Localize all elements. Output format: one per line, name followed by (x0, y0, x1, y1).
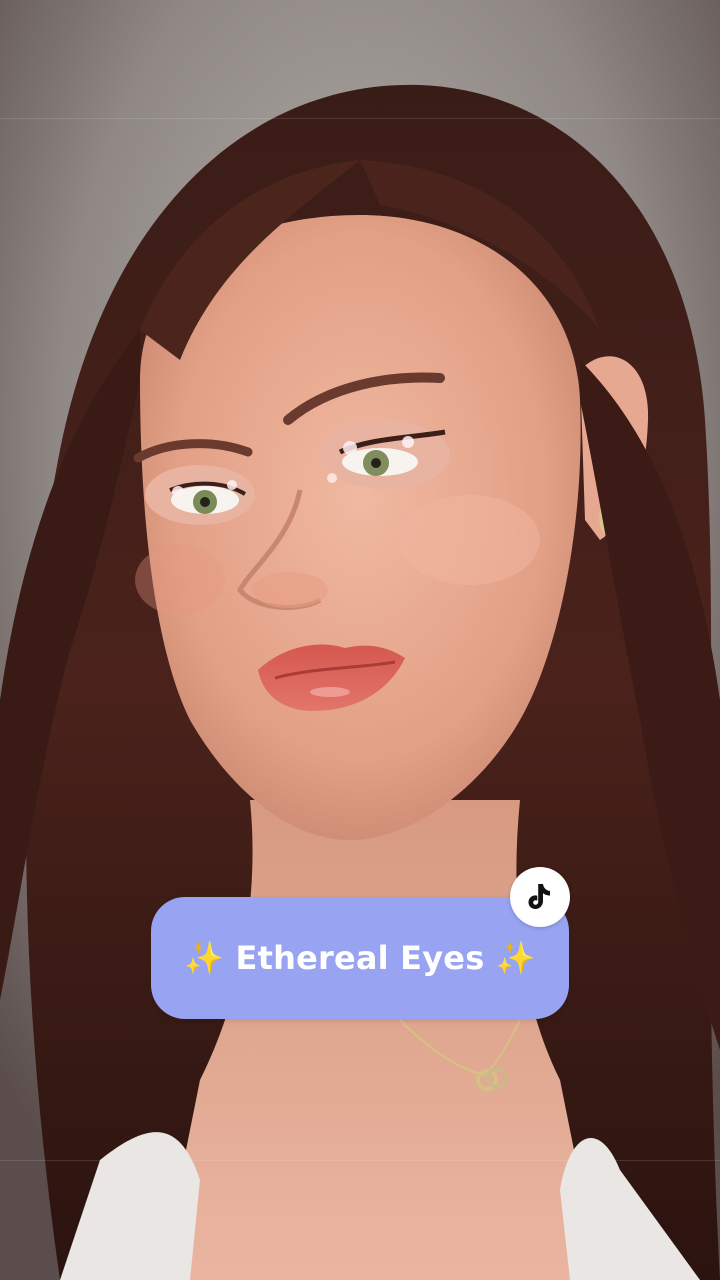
tiktok-note-icon (528, 884, 550, 909)
title-sticker[interactable]: ✨ Ethereal Eyes ✨ (151, 897, 569, 1019)
portrait-photo (0, 0, 720, 1280)
video-frame[interactable]: ✨ Ethereal Eyes ✨ (0, 0, 720, 1280)
safe-area-guide-bottom (0, 1160, 720, 1161)
safe-area-guide-top (0, 118, 720, 119)
title-sticker-text: ✨ Ethereal Eyes ✨ (184, 939, 536, 977)
tiktok-badge[interactable] (510, 867, 570, 927)
